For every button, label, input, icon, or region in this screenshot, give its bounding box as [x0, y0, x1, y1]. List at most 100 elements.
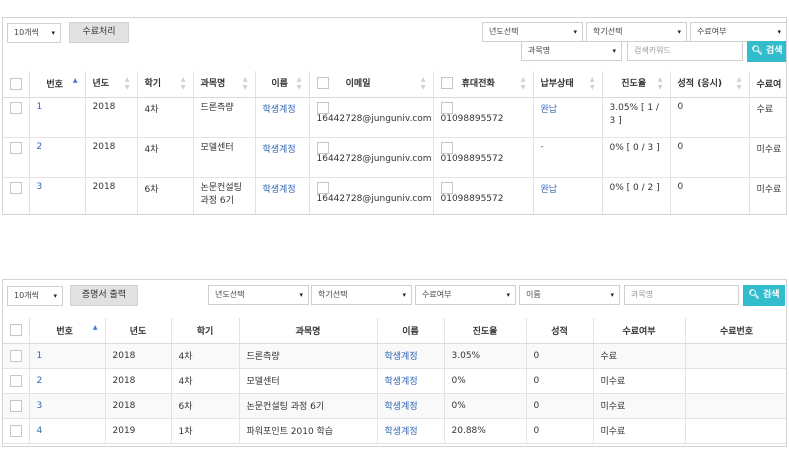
year-select-value: 년도선택	[215, 290, 245, 299]
year-select[interactable]: 년도선택 ▾	[482, 22, 583, 42]
chevron-down-icon: ▾	[299, 291, 303, 299]
col-cert-no[interactable]: 수료번호	[685, 318, 786, 344]
sort-icon: ▲ ▼	[242, 75, 248, 91]
row-subject: 드론측량	[239, 343, 378, 369]
page-size-select[interactable]: 10개씩 ▾	[7, 286, 63, 306]
phone-header-checkbox[interactable]	[440, 77, 453, 90]
phone-checkbox[interactable]	[440, 141, 453, 154]
search-icon: 🔍︎	[748, 290, 760, 300]
phone-checkbox[interactable]	[440, 181, 453, 194]
year-select[interactable]: 년도선택 ▾	[208, 285, 309, 305]
col-phone[interactable]: 휴대전화 ▲ ▼	[433, 71, 534, 98]
print-certificate-button[interactable]: 증명서 출력	[70, 285, 138, 306]
year-select-value: 년도선택	[489, 27, 519, 36]
search-keyword-input[interactable]: 검색키워드	[627, 41, 743, 61]
row-year: 2019	[105, 418, 172, 444]
row-checkbox[interactable]	[10, 374, 22, 387]
select-all-checkbox[interactable]	[10, 324, 22, 337]
table-row: 1 2018 4차 드론측량 학생계정 3.05% 0 수료	[3, 343, 786, 369]
row-no[interactable]: 2	[29, 368, 106, 394]
subject-select[interactable]: 과목명 ▾	[521, 41, 622, 61]
row-no[interactable]: 1	[29, 97, 86, 138]
chevron-down-icon: ▾	[402, 291, 406, 299]
name-select[interactable]: 이름 ▾	[519, 285, 620, 305]
row-name-link[interactable]: 학생계정	[377, 393, 445, 419]
row-status: 미수료	[593, 368, 686, 394]
row-payment[interactable]: 완납	[533, 97, 603, 138]
complete-process-button[interactable]: 수료처리	[69, 22, 129, 43]
row-checkbox[interactable]	[10, 424, 22, 437]
col-grade[interactable]: 성적	[526, 318, 594, 344]
col-label: 휴대전화	[461, 78, 495, 89]
term-select[interactable]: 학기선택 ▾	[311, 285, 412, 305]
row-status: 수료	[593, 343, 686, 369]
col-email[interactable]: 이메일 ▲ ▼	[309, 71, 434, 98]
col-name[interactable]: 이름	[377, 318, 445, 344]
col-no[interactable]: 번호 ▲	[29, 71, 86, 98]
col-status[interactable]: 수료여부	[593, 318, 686, 344]
search-button[interactable]: 🔍︎ 검색	[743, 285, 785, 306]
col-status[interactable]: 수료여	[749, 71, 786, 98]
table-row: 4 2019 1차 파워포인트 2010 학습 학생계정 20.88% 0 미수…	[3, 418, 786, 444]
term-select[interactable]: 학기선택 ▾	[586, 22, 687, 42]
table-header: 번호 ▲ 년도 학기 과목명 이름 진도율 성적 수료여부 수료번호	[3, 318, 786, 344]
col-label: 납부상태	[540, 78, 574, 89]
row-no[interactable]: 2	[29, 137, 86, 178]
row-term: 4차	[137, 137, 194, 178]
row-no[interactable]: 3	[29, 177, 86, 214]
row-name-link[interactable]: 학생계정	[377, 368, 445, 394]
sort-asc-icon: ▲	[72, 77, 78, 85]
row-payment[interactable]: 완납	[533, 177, 603, 214]
row-subject: 파워포인트 2010 학습	[239, 418, 378, 444]
col-progress[interactable]: 진도율	[444, 318, 527, 344]
col-year[interactable]: 년도 ▲ ▼	[85, 71, 138, 98]
row-name-link[interactable]: 학생계정	[255, 97, 310, 138]
row-no[interactable]: 4	[29, 418, 106, 444]
subject-search-input[interactable]: 과목명	[624, 285, 739, 305]
row-name-link[interactable]: 학생계정	[377, 343, 445, 369]
chevron-down-icon: ▾	[506, 291, 510, 299]
row-name-link[interactable]: 학생계정	[377, 418, 445, 444]
row-no[interactable]: 1	[29, 343, 106, 369]
col-term[interactable]: 학기	[171, 318, 240, 344]
col-name[interactable]: 이름 ▲ ▼	[255, 71, 310, 98]
select-all-checkbox[interactable]	[10, 77, 22, 90]
col-payment[interactable]: 납부상태 ▲ ▼	[533, 71, 603, 98]
term-select-value: 학기선택	[593, 27, 623, 36]
row-no[interactable]: 3	[29, 393, 106, 419]
row-checkbox[interactable]	[10, 399, 22, 412]
row-year: 2018	[105, 393, 172, 419]
row-name-link[interactable]: 학생계정	[255, 137, 310, 178]
row-checkbox[interactable]	[10, 101, 22, 114]
col-label: 성적 (응시)	[677, 78, 722, 89]
row-status: 미수료	[593, 418, 686, 444]
email-checkbox[interactable]	[316, 181, 329, 194]
col-no[interactable]: 번호 ▲	[29, 318, 106, 344]
col-subject[interactable]: 과목명	[239, 318, 378, 344]
row-progress: 20.88%	[444, 418, 527, 444]
certificate-panel: 10개씩 ▾ 증명서 출력 년도선택 ▾ 학기선택 ▾ 수료여부 ▾ 이름 ▾ 과목명 🔍…	[2, 279, 787, 447]
phone-checkbox[interactable]	[440, 101, 453, 114]
row-checkbox[interactable]	[10, 141, 22, 154]
row-year: 2018	[105, 368, 172, 394]
col-year[interactable]: 년도	[105, 318, 172, 344]
col-progress[interactable]: 진도율 ▲ ▼	[602, 71, 671, 98]
row-checkbox[interactable]	[10, 181, 22, 194]
row-subject: 논문컨설팅 과정 6기	[193, 177, 256, 214]
row-name-link[interactable]: 학생계정	[255, 177, 310, 214]
col-grade[interactable]: 성적 (응시) ▲ ▼	[670, 71, 750, 98]
search-button[interactable]: 🔍︎ 검색	[747, 41, 786, 62]
completion-status-select[interactable]: 수료여부 ▾	[415, 285, 516, 305]
row-status: 미수료	[749, 177, 786, 214]
row-email: 16442728@junguniv.com	[316, 193, 432, 204]
email-checkbox[interactable]	[316, 141, 329, 154]
sort-icon: ▲ ▼	[124, 75, 130, 91]
col-term[interactable]: 학기 ▲ ▼	[137, 71, 194, 98]
row-checkbox[interactable]	[10, 349, 22, 362]
email-header-checkbox[interactable]	[316, 77, 329, 90]
row-term: 4차	[171, 368, 240, 394]
col-subject[interactable]: 과목명 ▲ ▼	[193, 71, 256, 98]
completion-status-select[interactable]: 수료여부 ▾	[690, 22, 786, 42]
page-size-select[interactable]: 10개씩 ▾	[7, 23, 61, 43]
email-checkbox[interactable]	[316, 101, 329, 114]
